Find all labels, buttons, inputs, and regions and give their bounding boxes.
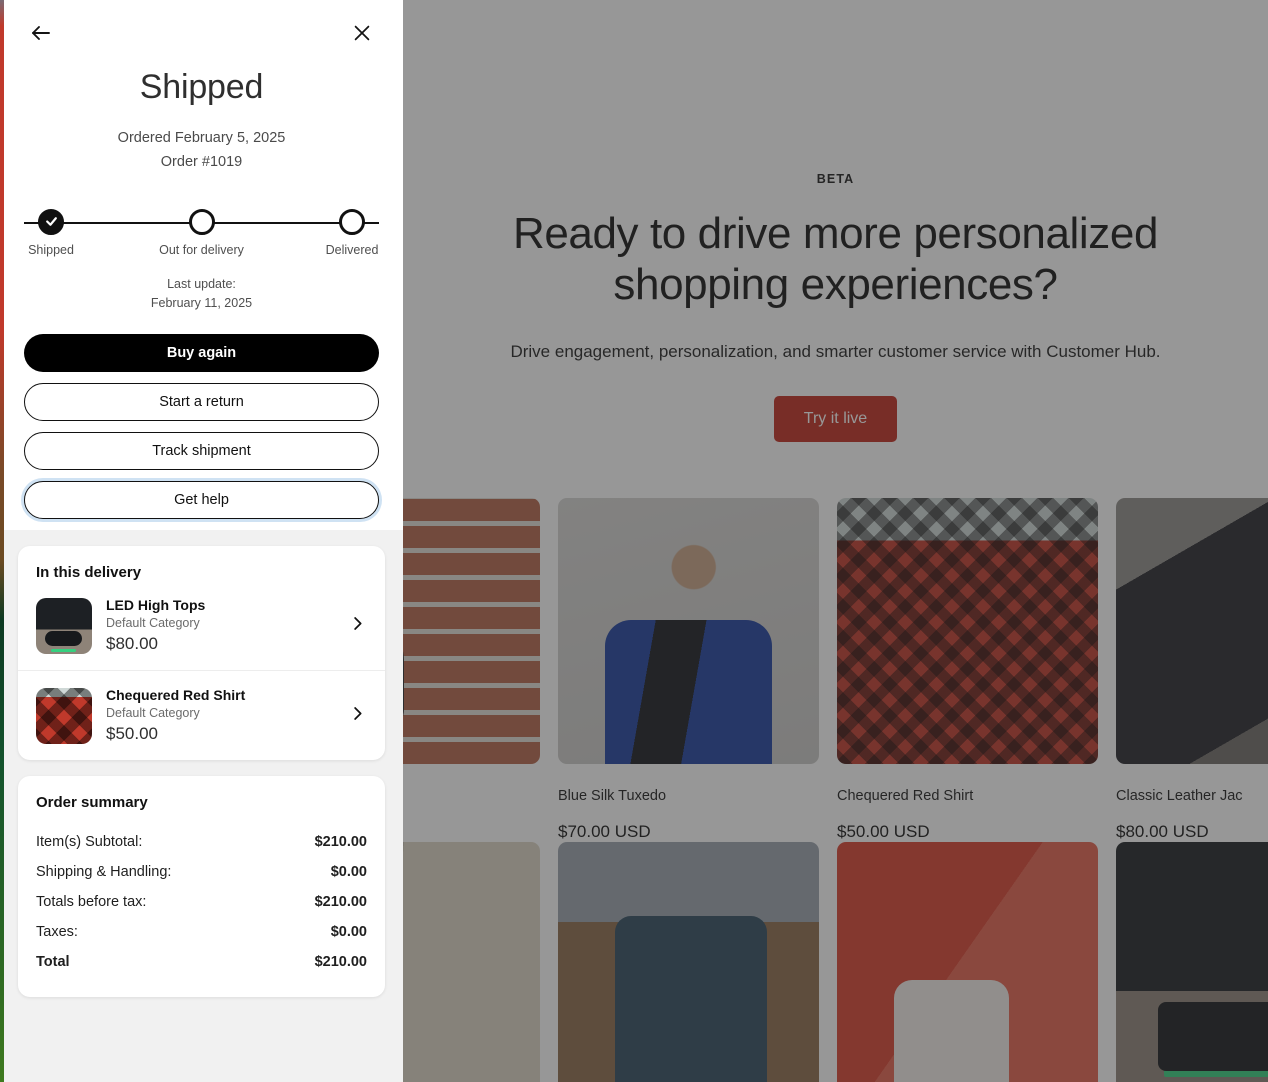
delivery-item-name: Chequered Red Shirt bbox=[106, 687, 246, 703]
order-summary-rows: Item(s) Subtotal: $210.00 Shipping & Handl… bbox=[18, 811, 385, 997]
product-image[interactable] bbox=[558, 842, 819, 1082]
start-a-return-button[interactable]: Start a return bbox=[24, 382, 379, 421]
order-summary-row: Taxes: $0.00 bbox=[36, 917, 367, 947]
delivery-progress-tracker: Shipped Out for delivery Delivered bbox=[24, 201, 379, 261]
order-action-buttons: Buy again Start a return Track shipment Get… bbox=[24, 333, 379, 519]
product-card[interactable]: Chequered Red Shirt $50.00 USD bbox=[837, 498, 1098, 842]
panel-toolbar bbox=[24, 0, 379, 66]
tracker-step-label: Out for delivery bbox=[159, 242, 244, 257]
panel-scroll-body: In this delivery LED High Tops Default Ca… bbox=[0, 530, 403, 997]
buy-again-button[interactable]: Buy again bbox=[24, 333, 379, 372]
summary-value: $210.00 bbox=[314, 834, 367, 850]
panel-header-section: Shipped Ordered February 5, 2025 Order #… bbox=[0, 0, 403, 530]
product-image[interactable] bbox=[558, 498, 819, 764]
last-update-date: February 11, 2025 bbox=[150, 296, 253, 311]
hero-title: Ready to drive more personalized shoppin… bbox=[512, 209, 1159, 310]
close-icon[interactable] bbox=[345, 16, 379, 50]
delivery-items-list: LED High Tops Default Category $80.00 Chequ… bbox=[18, 581, 385, 760]
product-price: $70.00 USD bbox=[558, 822, 651, 841]
last-update: Last update: February 11, 2025 bbox=[24, 275, 379, 314]
tracker-step-label: Shipped bbox=[28, 242, 74, 257]
delivery-item-row[interactable]: Chequered Red Shirt Default Category $50.0… bbox=[18, 670, 385, 760]
tracker-dot-completed bbox=[38, 208, 64, 235]
tracker-dot-pending bbox=[188, 208, 215, 235]
product-image[interactable] bbox=[1116, 498, 1268, 764]
summary-value: $210.00 bbox=[314, 954, 367, 970]
hero-subtitle: Drive engagement, personalization, and s… bbox=[510, 342, 1161, 362]
delivery-item-price: $80.00 bbox=[106, 634, 158, 653]
product-thumbnail bbox=[36, 597, 92, 654]
order-number: Order #1019 bbox=[160, 153, 243, 170]
product-price: $80.00 USD bbox=[1116, 822, 1209, 841]
product-image[interactable] bbox=[837, 842, 1098, 1082]
product-card[interactable] bbox=[558, 842, 819, 1082]
product-card[interactable] bbox=[837, 842, 1098, 1082]
product-title: Classic Leather Jac bbox=[1116, 788, 1243, 804]
tracker-step-label: Delivered bbox=[325, 242, 379, 257]
delivery-item-category: Default Category bbox=[106, 706, 200, 720]
order-summary-card: Order summary Item(s) Subtotal: $210.00 Sh… bbox=[18, 776, 385, 997]
order-meta: Ordered February 5, 2025 Order #1019 bbox=[24, 127, 379, 175]
product-card[interactable]: Blue Silk Tuxedo $70.00 USD bbox=[558, 498, 819, 842]
delivery-item-price: $50.00 bbox=[106, 724, 158, 743]
beta-badge: BETA bbox=[816, 172, 855, 186]
summary-label: Total bbox=[36, 954, 70, 970]
tracker-dot-pending bbox=[339, 208, 365, 235]
delivery-item-info: Chequered Red Shirt Default Category $50.0… bbox=[106, 687, 334, 744]
product-thumbnail bbox=[36, 687, 92, 744]
order-status-title: Shipped bbox=[139, 68, 264, 106]
order-details-panel: Shipped Ordered February 5, 2025 Order #… bbox=[0, 0, 403, 1082]
delivery-item-name: LED High Tops bbox=[106, 597, 206, 613]
left-edge-accent-strip bbox=[0, 0, 4, 1082]
product-card[interactable] bbox=[1116, 842, 1268, 1082]
product-title: Chequered Red Shirt bbox=[837, 788, 974, 804]
summary-value: $0.00 bbox=[330, 864, 367, 880]
app-root: BETA Ready to drive more personalized sh… bbox=[0, 0, 1268, 1082]
order-summary-row: Item(s) Subtotal: $210.00 bbox=[36, 827, 367, 857]
last-update-label: Last update: bbox=[167, 276, 236, 291]
order-summary-title: Order summary bbox=[36, 794, 148, 811]
summary-label: Totals before tax: bbox=[36, 894, 147, 910]
product-title: Blue Silk Tuxedo bbox=[558, 788, 667, 804]
track-shipment-button[interactable]: Track shipment bbox=[24, 431, 379, 470]
try-it-live-button[interactable]: Try it live bbox=[773, 396, 898, 443]
product-image[interactable] bbox=[1116, 842, 1268, 1082]
delivery-item-row[interactable]: LED High Tops Default Category $80.00 bbox=[18, 581, 385, 670]
order-date: Ordered February 5, 2025 bbox=[117, 130, 286, 146]
summary-label: Item(s) Subtotal: bbox=[36, 834, 143, 850]
in-this-delivery-title: In this delivery bbox=[36, 564, 142, 581]
summary-label: Shipping & Handling: bbox=[36, 864, 172, 880]
summary-label: Taxes: bbox=[36, 924, 78, 940]
hero-section: BETA Ready to drive more personalized sh… bbox=[403, 0, 1268, 480]
product-price: $50.00 USD bbox=[837, 822, 930, 841]
product-grid: Bag0Blue Silk Tuxedo$70.00 USDChequered … bbox=[279, 498, 1268, 1082]
order-summary-row: Totals before tax: $210.00 bbox=[36, 887, 367, 917]
summary-value: $210.00 bbox=[314, 894, 367, 910]
order-summary-row: Shipping & Handling: $0.00 bbox=[36, 857, 367, 887]
delivery-item-category: Default Category bbox=[106, 616, 200, 630]
tracker-steps: Shipped Out for delivery Delivered bbox=[24, 201, 379, 261]
chevron-right-icon[interactable] bbox=[348, 704, 371, 728]
in-this-delivery-card: In this delivery LED High Tops Default Ca… bbox=[18, 546, 385, 760]
product-card[interactable]: Classic Leather Jac $80.00 USD bbox=[1116, 498, 1268, 842]
summary-value: $0.00 bbox=[330, 924, 367, 940]
order-total-row: Total $210.00 bbox=[36, 947, 367, 977]
product-image[interactable] bbox=[837, 498, 1098, 764]
arrow-left-icon[interactable] bbox=[24, 16, 58, 50]
chevron-right-icon[interactable] bbox=[348, 614, 371, 638]
get-help-button[interactable]: Get help bbox=[24, 480, 379, 519]
delivery-item-info: LED High Tops Default Category $80.00 bbox=[106, 597, 334, 654]
